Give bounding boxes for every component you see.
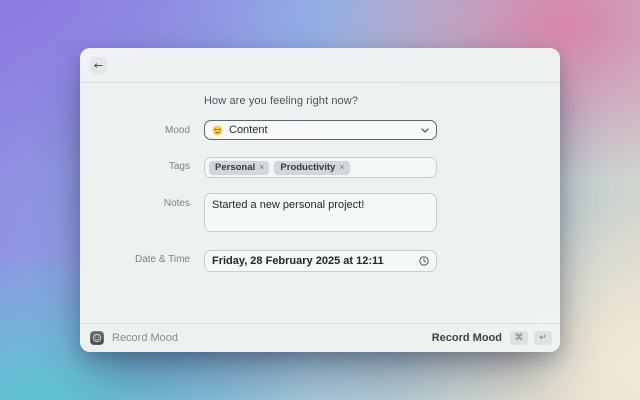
command-key-badge: ⌘ [510, 331, 528, 345]
record-mood-window: ← How are you feeling right now? Mood Co… [80, 48, 560, 352]
desktop-background: ← How are you feeling right now? Mood Co… [0, 0, 640, 400]
tags-input[interactable]: Personal × Productivity × [204, 157, 437, 178]
mood-value: Content [229, 124, 268, 136]
notes-value: Started a new personal project! [212, 199, 365, 211]
remove-tag-icon[interactable]: × [339, 162, 344, 172]
datetime-value: Friday, 28 February 2025 at 12:11 [212, 255, 384, 267]
tags-label: Tags [168, 161, 190, 172]
datetime-picker[interactable]: Friday, 28 February 2025 at 12:11 [204, 250, 437, 272]
tag-chip-personal[interactable]: Personal × [209, 160, 270, 175]
datetime-label: Date & Time [134, 254, 190, 265]
window-header: ← [80, 48, 560, 83]
form-title: How are you feeling right now? [204, 95, 359, 107]
record-mood-action[interactable]: Record Mood [432, 332, 502, 344]
chevron-down-icon [421, 127, 429, 133]
mood-dropdown[interactable]: Content [204, 120, 437, 140]
notes-textarea[interactable]: Started a new personal project! [204, 193, 437, 232]
notes-label: Notes [163, 198, 190, 209]
return-key-badge: ↵ [534, 331, 552, 345]
mood-label: Mood [164, 125, 190, 136]
window-footer: Record Mood Record Mood ⌘ ↵ [80, 323, 560, 352]
footer-app-name: Record Mood [112, 332, 179, 344]
tag-chip-productivity[interactable]: Productivity × [274, 160, 350, 175]
tag-chip-label: Personal [215, 161, 256, 173]
relieved-face-emoji-icon [212, 125, 223, 136]
arrow-left-icon: ← [93, 59, 104, 72]
record-mood-app-icon [90, 331, 104, 345]
back-button[interactable]: ← [90, 57, 107, 74]
remove-tag-icon[interactable]: × [259, 162, 264, 172]
clock-icon [419, 256, 429, 266]
tag-chip-label: Productivity [280, 161, 336, 173]
